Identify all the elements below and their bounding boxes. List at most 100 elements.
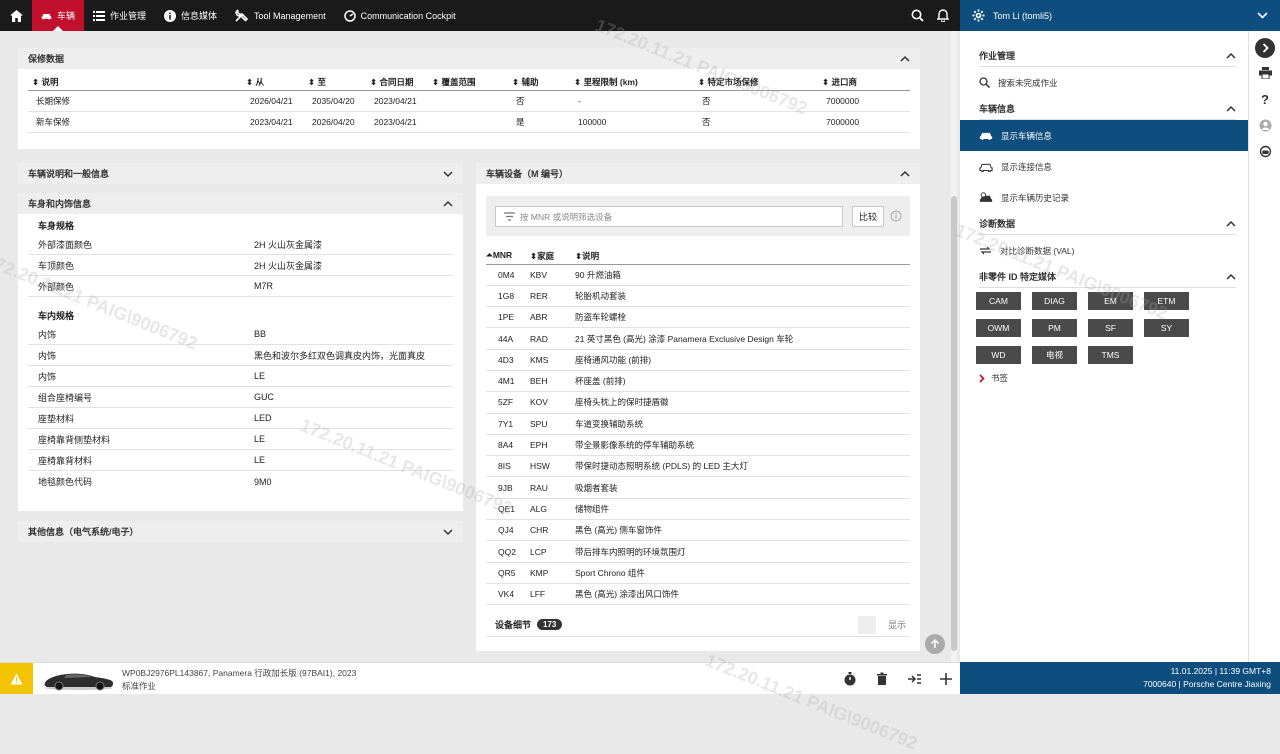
info-circle-icon[interactable] xyxy=(890,210,902,222)
table-row[interactable]: 9JB RAU 吸烟者套装 xyxy=(486,476,910,499)
vehicle-description-header[interactable]: 车辆说明和一般信息 xyxy=(18,163,463,184)
scrollbar-track[interactable] xyxy=(951,31,957,662)
col-contract-date[interactable]: ⬍ 合同日期 xyxy=(366,74,428,91)
media-chip[interactable]: PM xyxy=(1032,319,1077,337)
col-description[interactable]: ⬍ 说明 xyxy=(28,74,242,91)
sidebar-item-connection-info[interactable]: 显示连接信息 xyxy=(960,151,1248,182)
col-family[interactable]: ⬍家庭 xyxy=(530,248,575,265)
sidebar-section-vehicle[interactable]: 车辆信息 xyxy=(979,98,1236,120)
col-assist[interactable]: ⬍ 辅助 xyxy=(508,74,570,91)
item-value: LE xyxy=(254,434,266,444)
table-row[interactable]: QJ4 CHR 黑色 (高光) 侧车窗饰件 xyxy=(486,519,910,542)
sidebar-section-parts-media[interactable]: 非零件 ID 特定媒体 xyxy=(979,266,1236,288)
sidebar-item-vehicle-history[interactable]: 显示车辆历史记录 xyxy=(960,182,1248,213)
transfer-icon[interactable] xyxy=(904,669,924,689)
other-info-header[interactable]: 其他信息（电气系统/电子） xyxy=(18,521,463,542)
table-row[interactable]: 1PE ABR 防盗车轮螺栓 xyxy=(486,306,910,329)
table-row[interactable]: 7Y1 SPU 车道变换辅助系统 xyxy=(486,413,910,435)
table-row[interactable]: 8A4 EPH 带全景影像系统的停车辅助系统 xyxy=(486,434,910,457)
tab-vehicle[interactable]: 车辆 xyxy=(32,0,84,31)
scroll-top-button[interactable] xyxy=(925,634,945,654)
col-to[interactable]: ⬍ 至 xyxy=(304,74,366,91)
sort-icon: ⬍ xyxy=(246,76,254,87)
tab-info-media[interactable]: 信息媒体 xyxy=(155,0,226,31)
car-icon xyxy=(979,132,993,140)
col-mileage[interactable]: ⬍ 里程限制 (km) xyxy=(570,74,694,91)
home-button[interactable] xyxy=(0,0,32,31)
vehicle-description-panel[interactable]: 车辆说明和一般信息 xyxy=(18,163,463,184)
sidebar-section-job[interactable]: 作业管理 xyxy=(979,45,1236,67)
media-chip[interactable]: SF xyxy=(1088,319,1133,337)
expand-rail-button[interactable] xyxy=(1255,38,1275,58)
table-row[interactable]: 0M4 KBV 90 升燃油箱 xyxy=(486,264,910,286)
media-chip[interactable]: SY xyxy=(1144,319,1189,337)
tab-job-management[interactable]: 作业管理 xyxy=(84,0,155,31)
search-button[interactable] xyxy=(904,0,930,31)
warning-button[interactable] xyxy=(0,663,33,694)
media-chip[interactable]: WD xyxy=(976,346,1021,364)
notifications-button[interactable] xyxy=(930,0,956,31)
cell: RAD xyxy=(530,327,575,350)
sidebar-item-compare-diag[interactable]: 对比诊断数据 (VAL) xyxy=(960,235,1248,266)
datetime: 11.01.2025 | 11:39 GMT+8 xyxy=(1170,666,1271,676)
table-row[interactable]: 1G8 RER 轮胎机动套装 xyxy=(486,285,910,308)
tab-communication-cockpit[interactable]: Communication Cockpit xyxy=(335,0,465,31)
sidebar-item-search-jobs[interactable]: 搜索未完成作业 xyxy=(960,67,1248,98)
media-chip[interactable]: ETM xyxy=(1144,292,1189,310)
cell: VK4 xyxy=(486,583,530,606)
item-key: 组合座椅编号 xyxy=(38,392,93,403)
stopwatch-icon[interactable] xyxy=(840,669,860,689)
tab-info-media-label: 信息媒体 xyxy=(181,11,218,21)
trash-icon[interactable] xyxy=(872,669,892,689)
media-chip[interactable]: EM xyxy=(1088,292,1133,310)
cell: CHR xyxy=(530,519,575,542)
table-row[interactable]: QE1 ALG 储物组件 xyxy=(486,498,910,521)
user-bar[interactable]: Tom Li (tomli5) xyxy=(960,0,1280,31)
table-row[interactable]: VK4 LFF 黑色 (高光) 涂漆出风口饰件 xyxy=(486,583,910,606)
print-button[interactable] xyxy=(1255,63,1275,83)
cell: SPU xyxy=(530,413,575,435)
table-row[interactable]: 4D3 KMS 座椅通风功能 (前排) xyxy=(486,349,910,371)
media-chip[interactable]: OWM xyxy=(976,319,1021,337)
media-chip[interactable]: CAM xyxy=(976,292,1021,310)
media-chip[interactable]: TMS xyxy=(1088,346,1133,364)
compare-button[interactable]: 比较 xyxy=(852,206,884,227)
sidebar-item-bookmarks[interactable]: 书签 xyxy=(960,364,1248,392)
show-toggle[interactable] xyxy=(857,615,876,634)
table-row[interactable]: QR5 KMP Sport Chrono 组件 xyxy=(486,562,910,584)
col-label: 辅助 xyxy=(521,76,539,87)
col-from[interactable]: ⬍ 从 xyxy=(242,74,304,91)
warranty-header[interactable]: 保修数据 xyxy=(18,48,920,69)
sidebar-item-vehicle-info[interactable]: 显示车辆信息 xyxy=(960,120,1248,151)
help-button[interactable]: ? xyxy=(1255,89,1275,109)
vehicle-description-title: 车辆说明和一般信息 xyxy=(28,169,110,179)
table-row[interactable]: QQ2 LCP 带后排车内照明的环境氛围灯 xyxy=(486,540,910,563)
chevron-right-icon xyxy=(1262,43,1269,53)
equipment-header[interactable]: 车辆设备（M 编号） xyxy=(476,163,920,184)
col-market-warranty[interactable]: ⬍ 特定市场保修 xyxy=(694,74,818,91)
other-info-panel[interactable]: 其他信息（电气系统/电子） xyxy=(18,521,463,542)
scrollbar-thumb[interactable] xyxy=(951,196,957,651)
sidebar-section-diag[interactable]: 诊断数据 xyxy=(979,213,1236,235)
equipment-filter-input[interactable]: 按 MNR 或说明筛选设备 xyxy=(495,206,843,227)
media-chip[interactable]: 电视 xyxy=(1032,346,1077,364)
table-row[interactable]: 44A RAD 21 英寸黑色 (高光) 涂漆 Panamera Exclusive… xyxy=(486,327,910,350)
body-interior-header[interactable]: 车身和内饰信息 xyxy=(18,193,463,214)
col-importer[interactable]: ⬍ 进口商 xyxy=(818,74,910,91)
table-row[interactable]: 5ZF KOV 座椅头枕上的保时捷盾徽 xyxy=(486,391,910,414)
table-row[interactable]: 4M1 BEH 杯座盖 (前排) xyxy=(486,370,910,393)
sidebar-item-label: 显示车辆历史记录 xyxy=(1001,192,1070,203)
sort-icon: ⬍ xyxy=(698,76,706,87)
col-description[interactable]: ⬍说明 xyxy=(575,248,910,265)
user-profile-button[interactable] xyxy=(1255,115,1275,135)
col-coverage[interactable]: ⬍ 覆盖范围 xyxy=(428,74,508,91)
plus-icon[interactable] xyxy=(936,669,956,689)
support-button[interactable] xyxy=(1255,141,1275,161)
cell: 吸烟者套装 xyxy=(575,476,910,499)
cell: RER xyxy=(530,285,575,308)
cell: 21 英寸黑色 (高光) 涂漆 Panamera Exclusive Desig… xyxy=(575,327,910,350)
col-mnr[interactable]: ⏶MNR xyxy=(486,248,530,265)
table-row[interactable]: 8IS HSW 带保时捷动态照明系统 (PDLS) 的 LED 主大灯 xyxy=(486,455,910,478)
media-chip[interactable]: DIAG xyxy=(1032,292,1077,310)
tab-tool-management[interactable]: Tool Management xyxy=(226,0,335,31)
